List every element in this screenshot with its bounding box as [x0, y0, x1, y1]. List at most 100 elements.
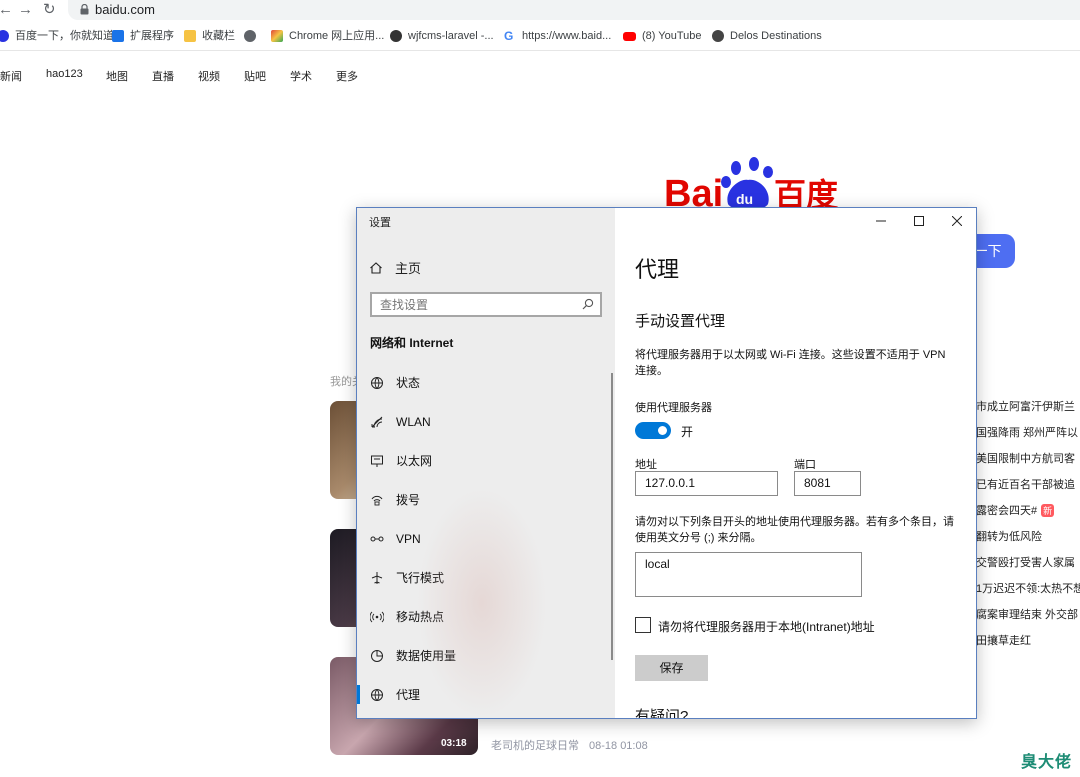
vpn-icon	[369, 531, 384, 546]
settings-sidebar: 设置 主页 网络和 Internet 状态 WLAN	[357, 208, 615, 718]
hot-search-list: 市成立阿富汗伊斯兰 国强降雨 郑州严阵以 美国限制中方航司客 已有近百名干部被追…	[976, 398, 1080, 658]
google-icon: G	[504, 29, 514, 43]
home-icon	[370, 261, 382, 274]
folder-icon	[184, 30, 196, 42]
video-source[interactable]: 老司机的足球日常	[491, 740, 579, 752]
window-controls	[862, 208, 976, 234]
hot-item[interactable]: 已有近百名干部被追	[976, 476, 1080, 502]
exceptions-description: 请勿对以下列条目开头的地址使用代理服务器。若有多个条目，请使用英文分号 (;) …	[635, 516, 954, 544]
nav-hao123[interactable]: hao123	[46, 68, 83, 80]
exceptions-textarea[interactable]: local	[635, 552, 862, 597]
url-text[interactable]: baidu.com	[95, 2, 155, 17]
watermark: 臭大佬	[1021, 754, 1073, 771]
sidebar-item-wlan[interactable]: WLAN	[357, 402, 615, 441]
youtube-icon	[623, 31, 636, 41]
forward-arrow-icon[interactable]: →	[18, 1, 33, 19]
minimize-button[interactable]	[862, 208, 900, 234]
nav-live[interactable]: 直播	[152, 68, 174, 84]
bookmark-youtube[interactable]: (8) YouTube	[623, 25, 702, 47]
hot-item[interactable]: 美国限制中方航司客	[976, 450, 1080, 476]
nav-more[interactable]: 更多	[336, 68, 358, 84]
toggle-state-label: 开	[681, 425, 694, 439]
dialup-icon	[369, 492, 384, 507]
delos-icon	[712, 30, 724, 42]
video-duration: 03:18	[441, 738, 467, 749]
nav-tieba[interactable]: 贴吧	[244, 68, 266, 84]
settings-search-input[interactable]	[372, 294, 572, 315]
proxy-globe-icon	[369, 687, 384, 702]
airplane-icon	[369, 570, 384, 585]
logo-du-text: du	[736, 191, 753, 207]
section-title: 手动设置代理	[635, 313, 726, 330]
close-button[interactable]	[938, 208, 976, 234]
nav-xueshu[interactable]: 学术	[290, 68, 312, 84]
globe-icon	[244, 30, 256, 42]
hot-item[interactable]: 市成立阿富汗伊斯兰	[976, 398, 1080, 424]
bookmark-baidu-url[interactable]: G https://www.baid...	[504, 25, 611, 47]
bookmark-favorites[interactable]: 收藏栏	[184, 25, 235, 47]
hot-item[interactable]: 腐案审理结束 外交部	[976, 606, 1080, 632]
save-button[interactable]: 保存	[635, 655, 708, 681]
port-field[interactable]: 8081	[794, 471, 861, 496]
window-title: 设置	[369, 217, 391, 229]
reload-icon[interactable]: ↻	[43, 1, 56, 19]
maximize-button[interactable]	[900, 208, 938, 234]
sidebar-item-airplane[interactable]: 飞行模式	[357, 558, 615, 597]
use-proxy-toggle[interactable]	[635, 422, 671, 439]
new-badge: 新	[1041, 504, 1055, 517]
nav-video[interactable]: 视频	[198, 68, 220, 84]
nav-map[interactable]: 地图	[106, 68, 128, 84]
video-date: 08-18 01:08	[589, 740, 648, 752]
sidebar-item-status[interactable]: 状态	[357, 363, 615, 402]
sidebar-item-dialup[interactable]: 拨号	[357, 480, 615, 519]
address-field[interactable]: 127.0.0.1	[635, 471, 778, 496]
hotspot-icon	[369, 609, 384, 624]
sidebar-item-vpn[interactable]: VPN	[357, 519, 615, 558]
back-arrow-icon[interactable]: ←	[0, 1, 13, 19]
bookmark-wjfcms[interactable]: wjfcms-laravel -...	[390, 25, 494, 47]
proxy-settings-panel: 代理 手动设置代理 将代理服务器用于以太网或 Wi-Fi 连接。这些设置不适用于…	[615, 208, 976, 718]
hot-item[interactable]: 露密会四天# 新	[976, 502, 1080, 528]
hot-item[interactable]: 田攘草走红	[976, 632, 1080, 658]
chrome-divider	[0, 50, 1080, 51]
bypass-local-checkbox[interactable]	[635, 617, 651, 633]
sidebar-item-ethernet[interactable]: 以太网	[357, 441, 615, 480]
hot-item[interactable]: 交警殴打受害人家属	[976, 554, 1080, 580]
wifi-icon	[369, 414, 384, 429]
bookmark-baidu[interactable]: 百度一下，你就知道	[0, 25, 114, 47]
data-usage-icon	[369, 648, 384, 663]
globe-status-icon	[369, 375, 384, 390]
bookmark-extensions[interactable]: 扩展程序	[112, 25, 174, 47]
hot-item[interactable]: 国强降雨 郑州严阵以	[976, 424, 1080, 450]
maximize-icon	[914, 216, 924, 226]
sidebar-item-proxy[interactable]: 代理	[357, 675, 615, 714]
proxy-description: 将代理服务器用于以太网或 Wi-Fi 连接。这些设置不适用于 VPN 连接。	[635, 349, 946, 377]
bookmark-globe[interactable]	[244, 25, 262, 47]
hot-item[interactable]: 1万迟迟不领:太热不想	[976, 580, 1080, 606]
video-meta: 老司机的足球日常 08-18 01:08	[491, 737, 648, 753]
close-icon	[952, 216, 962, 226]
settings-search[interactable]	[370, 292, 602, 317]
bookmark-chrome-store[interactable]: Chrome 网上应用...	[271, 25, 384, 47]
bookmark-delos[interactable]: Delos Destinations	[712, 25, 822, 47]
page-title: 代理	[635, 257, 680, 282]
sidebar-scrollbar[interactable]	[611, 373, 613, 660]
sidebar-item-data-usage[interactable]: 数据使用量	[357, 636, 615, 675]
baidu-paw-icon	[0, 30, 9, 42]
bookmarks-bar: 百度一下，你就知道 扩展程序 收藏栏 Chrome 网上应用... wjfcms…	[0, 25, 1080, 47]
ethernet-icon	[369, 453, 384, 468]
use-proxy-label: 使用代理服务器	[635, 402, 712, 414]
baidu-logo: Bai du 百度	[664, 157, 838, 212]
settings-window: 设置 主页 网络和 Internet 状态 WLAN	[356, 207, 977, 719]
minimize-icon	[876, 220, 886, 222]
section-heading: 网络和 Internet	[370, 336, 454, 350]
search-icon[interactable]	[582, 298, 594, 310]
home-link[interactable]: 主页	[369, 258, 421, 277]
hot-item[interactable]: 翻转为低风险	[976, 528, 1080, 554]
address-bar-row: ← → ↻ baidu.com	[0, 0, 1080, 20]
puzzle-icon	[112, 30, 124, 42]
nav-news[interactable]: 新闻	[0, 68, 22, 84]
help-heading: 有疑问?	[635, 708, 689, 719]
sidebar-item-hotspot[interactable]: 移动热点	[357, 597, 615, 636]
omnibox[interactable]: baidu.com	[68, 0, 1080, 20]
